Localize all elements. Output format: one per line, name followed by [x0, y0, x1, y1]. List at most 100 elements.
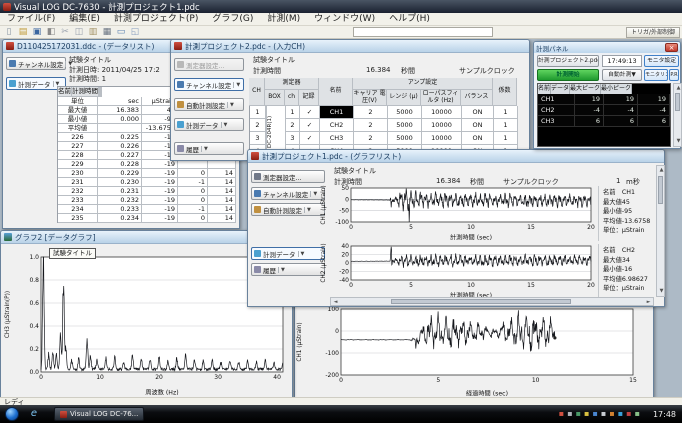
taskbar-app-button[interactable]: Visual LOG DC-76...	[54, 407, 144, 421]
table-cell[interactable]: 14	[208, 187, 236, 196]
table-row[interactable]: 2290.228-19	[58, 160, 236, 169]
table-cell[interactable]: 2	[286, 119, 300, 132]
table-row[interactable]: 22✓CH22500010000ON1	[250, 119, 518, 132]
browser-icon[interactable]: e	[28, 408, 40, 420]
monitor-settings-button[interactable]: モニタ設定	[644, 55, 679, 67]
column-header[interactable]	[101, 87, 102, 97]
close-icon[interactable]: ×	[665, 43, 678, 52]
col-range[interactable]: レンジ (μ)	[387, 90, 421, 106]
table-cell[interactable]: 6	[638, 116, 670, 127]
table-cell[interactable]: 0.000	[98, 115, 142, 124]
tray-icon[interactable]: ▪	[584, 410, 589, 418]
table-cell[interactable]: 16.383	[98, 106, 142, 115]
tray-icon[interactable]: ▪	[592, 410, 597, 418]
table-cell[interactable]: 0	[178, 196, 208, 205]
start-button[interactable]	[5, 407, 19, 421]
table-cell[interactable]: ON	[462, 106, 494, 119]
menu-item[interactable]: 計測(M)	[260, 13, 307, 26]
table-cell[interactable]: 5000	[388, 106, 422, 119]
start-measure-button[interactable]: 計測開始	[537, 69, 599, 81]
table-row[interactable]: 11✓CH12500010000ON1	[250, 106, 518, 119]
table-cell[interactable]: 1	[494, 119, 518, 132]
tray-icon[interactable]: ▪	[576, 410, 581, 418]
table-cell[interactable]: 0.232	[98, 196, 142, 205]
table-cell[interactable]: 19	[604, 94, 638, 105]
table-cell[interactable]: 226	[58, 133, 98, 142]
table-cell[interactable]: 232	[58, 187, 98, 196]
device-settings-button[interactable]: 測定器設定...	[251, 170, 325, 183]
table-cell[interactable]: 10000	[422, 119, 462, 132]
table-cell[interactable]: 14	[208, 196, 236, 205]
table-row[interactable]: 2350.234-19014	[58, 214, 236, 223]
table-cell[interactable]: 5000	[388, 119, 422, 132]
channel-settings-button[interactable]: チャンネル設定▼	[174, 78, 244, 91]
table-cell[interactable]: 10000	[422, 106, 462, 119]
table-cell[interactable]: ON	[462, 132, 494, 145]
table-cell[interactable]: 229	[58, 160, 98, 169]
table-cell[interactable]: -19	[142, 187, 178, 196]
table-cell[interactable]: 2	[354, 132, 388, 145]
table-cell[interactable]	[208, 160, 236, 169]
chevron-down-icon[interactable]: ▼	[201, 146, 208, 152]
monitoring-button[interactable]: モニタリング	[644, 69, 668, 81]
col-amp-settings[interactable]: アンプ設定	[353, 78, 493, 90]
tray-icon[interactable]: ▪	[559, 410, 564, 418]
auto-measure-button[interactable]: 自動計測▼	[602, 69, 642, 81]
channel-settings-button[interactable]: チャンネル設定▼	[6, 57, 66, 70]
col-measuring-device[interactable]: 測定器	[265, 78, 319, 90]
column-header[interactable]: 最小ピーク	[601, 84, 632, 94]
inputch-window-titlebar[interactable]: 計測プロジェクト2.pdc - (入力CH)	[171, 40, 529, 53]
save-icon[interactable]: ▣	[31, 27, 43, 38]
scroll-up-icon[interactable]: ▲	[657, 166, 666, 175]
table-cell[interactable]: CH2	[538, 105, 575, 116]
table-cell[interactable]: 平均値	[58, 124, 98, 133]
table-cell[interactable]: 235	[58, 214, 98, 223]
chevron-down-icon[interactable]: ▼	[233, 82, 240, 88]
table-cell[interactable]: 14	[208, 178, 236, 187]
project-file-button[interactable]: 計測プロジェクト2.pdc	[537, 55, 599, 67]
col-ch[interactable]: CH	[249, 78, 265, 106]
table-cell[interactable]	[178, 160, 208, 169]
col-chn[interactable]: ch	[285, 90, 299, 106]
table-cell[interactable]: 0	[178, 187, 208, 196]
table-cell[interactable]: 19	[638, 94, 670, 105]
table-cell[interactable]: 3	[250, 132, 266, 145]
scroll-right-icon[interactable]: ►	[644, 298, 653, 307]
table-cell[interactable]: -19	[142, 196, 178, 205]
trigger-external-control-button[interactable]: トリガ/外部制御	[626, 27, 680, 38]
table-cell[interactable]: 14	[208, 205, 236, 214]
table-cell[interactable]: 最大値	[58, 106, 98, 115]
scroll-up-icon[interactable]: ▲	[674, 84, 682, 93]
horizontal-scrollbar[interactable]: ◄ ►	[330, 297, 654, 306]
history-button[interactable]: 履歴▼	[251, 263, 325, 276]
live-values-rows[interactable]: CH1191919CH2-4-4-4CH3666	[538, 94, 670, 146]
table-cell[interactable]: 0.230	[98, 178, 142, 187]
table-cell[interactable]	[98, 124, 142, 133]
table-cell[interactable]: 0.234	[98, 214, 142, 223]
cut-icon[interactable]: ✂	[59, 27, 71, 38]
measurement-panel-titlebar[interactable]: 計測パネル ×	[534, 42, 680, 53]
menu-item[interactable]: 編集(E)	[62, 13, 107, 26]
table-cell[interactable]: 10000	[422, 132, 462, 145]
column-header[interactable]: 計測時間	[72, 87, 99, 97]
pr-button[interactable]: P.R	[669, 69, 679, 81]
table-cell[interactable]: ✓	[300, 106, 320, 119]
table-cell[interactable]: 0.226	[98, 142, 142, 151]
table-cell[interactable]: 単位	[58, 97, 98, 106]
scroll-down-icon[interactable]: ▼	[657, 287, 666, 296]
table-cell[interactable]: 227	[58, 142, 98, 151]
auto-measure-settings-button[interactable]: 自動計測設定▼	[251, 203, 325, 216]
table-cell[interactable]: -1	[178, 178, 208, 187]
table-cell[interactable]: 6	[604, 116, 638, 127]
scroll-thumb[interactable]	[391, 299, 571, 304]
column-header[interactable]: 名前	[58, 87, 72, 97]
col-carrier-voltage[interactable]: キャリア 電圧(V)	[353, 90, 387, 106]
tray-icon[interactable]: ▪	[609, 410, 614, 418]
column-header[interactable]: 名前	[538, 84, 551, 94]
col-name[interactable]: 名前	[319, 78, 353, 106]
table-cell[interactable]: 14	[208, 169, 236, 178]
menu-item[interactable]: ウィンドウ(W)	[307, 13, 382, 26]
vertical-scrollbar[interactable]: ▲ ▼	[673, 83, 682, 147]
table-row[interactable]: 2310.230-19-114	[58, 178, 236, 187]
table-row[interactable]: 2340.233-19-114	[58, 205, 236, 214]
